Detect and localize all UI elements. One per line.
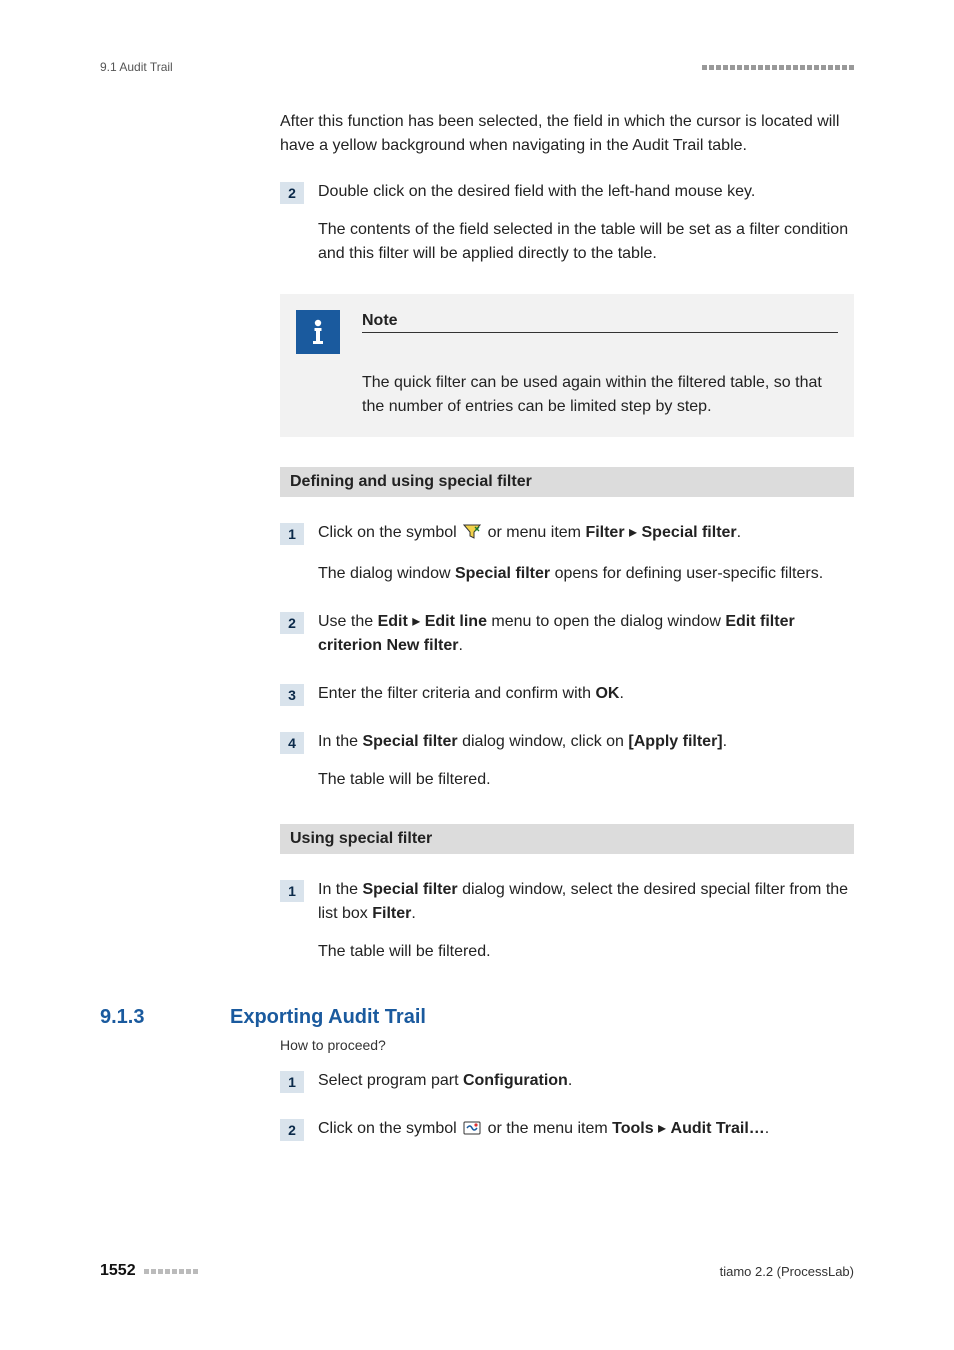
step-line: Double click on the desired field with t… [318, 180, 854, 204]
step-body: Use the Edit ▸ Edit line menu to open th… [318, 610, 854, 672]
define-filter-step-4: 4 In the Special filter dialog window, c… [280, 730, 854, 806]
subsection-title: Exporting Audit Trail [230, 1006, 426, 1029]
step-body: Click on the symbol or the menu item Too… [318, 1117, 854, 1158]
step-body: Enter the filter criteria and confirm wi… [318, 682, 854, 720]
header-decoration [702, 65, 854, 70]
step-body: Click on the symbol or menu item Filter … [318, 521, 854, 600]
step-line: Select program part Configuration. [318, 1069, 854, 1093]
step-number: 1 [280, 1071, 304, 1093]
step-body: In the Special filter dialog window, cli… [318, 730, 854, 806]
step-number: 2 [280, 182, 304, 204]
step-number: 1 [280, 880, 304, 902]
note-content: Note The quick filter can be used again … [362, 312, 838, 419]
page-footer: 1552 tiamo 2.2 (ProcessLab) [100, 1262, 854, 1280]
step-number: 2 [280, 612, 304, 634]
step-line: In the Special filter dialog window, sel… [318, 878, 854, 926]
subsection-heading: 9.1.3 Exporting Audit Trail [100, 1006, 854, 1029]
step-line: Enter the filter criteria and confirm wi… [318, 682, 854, 706]
audit-trail-icon [463, 1120, 481, 1144]
step-number: 1 [280, 523, 304, 545]
step-body: In the Special filter dialog window, sel… [318, 878, 854, 978]
how-to-proceed: How to proceed? [280, 1037, 854, 1053]
step-line: The contents of the field selected in th… [318, 218, 854, 266]
running-header: 9.1 Audit Trail [100, 60, 854, 74]
section-heading: Defining and using special filter [280, 467, 854, 497]
define-filter-step-3: 3 Enter the filter criteria and confirm … [280, 682, 854, 720]
step-line: The dialog window Special filter opens f… [318, 562, 854, 586]
subsection-number: 9.1.3 [100, 1006, 190, 1029]
filter-funnel-icon [463, 524, 481, 548]
footer-left: 1552 [100, 1262, 198, 1280]
step-number: 3 [280, 684, 304, 706]
use-filter-step-1: 1 In the Special filter dialog window, s… [280, 878, 854, 978]
step-number: 4 [280, 732, 304, 754]
step-line: Click on the symbol or the menu item Too… [318, 1117, 854, 1144]
export-step-2: 2 Click on the symbol or the menu item T… [280, 1117, 854, 1158]
section-heading: Using special filter [280, 824, 854, 854]
step-line: Click on the symbol or menu item Filter … [318, 521, 854, 548]
step-number: 2 [280, 1119, 304, 1141]
export-steps: 1 Select program part Configuration. 2 C… [280, 1069, 854, 1158]
step-line: Use the Edit ▸ Edit line menu to open th… [318, 610, 854, 658]
note-text: The quick filter can be used again withi… [362, 371, 838, 419]
page-container: 9.1 Audit Trail After this function has … [0, 0, 954, 1350]
section-label: 9.1 Audit Trail [100, 60, 173, 74]
step-line: The table will be filtered. [318, 768, 854, 792]
intro-paragraph: After this function has been selected, t… [280, 110, 854, 158]
footer-right: tiamo 2.2 (ProcessLab) [720, 1264, 854, 1279]
step-line: The table will be filtered. [318, 940, 854, 964]
export-step-1: 1 Select program part Configuration. [280, 1069, 854, 1107]
define-filter-step-2: 2 Use the Edit ▸ Edit line menu to open … [280, 610, 854, 672]
page-number: 1552 [100, 1262, 136, 1280]
note-box: Note The quick filter can be used again … [280, 294, 854, 437]
step-line: In the Special filter dialog window, cli… [318, 730, 854, 754]
main-content: After this function has been selected, t… [280, 110, 854, 978]
define-filter-step-1: 1 Click on the symbol or menu item Filte… [280, 521, 854, 600]
footer-decoration [144, 1269, 198, 1274]
note-title: Note [362, 312, 838, 333]
step-body: Double click on the desired field with t… [318, 180, 854, 280]
quick-filter-step-2: 2 Double click on the desired field with… [280, 180, 854, 280]
step-body: Select program part Configuration. [318, 1069, 854, 1107]
info-icon [296, 310, 340, 354]
